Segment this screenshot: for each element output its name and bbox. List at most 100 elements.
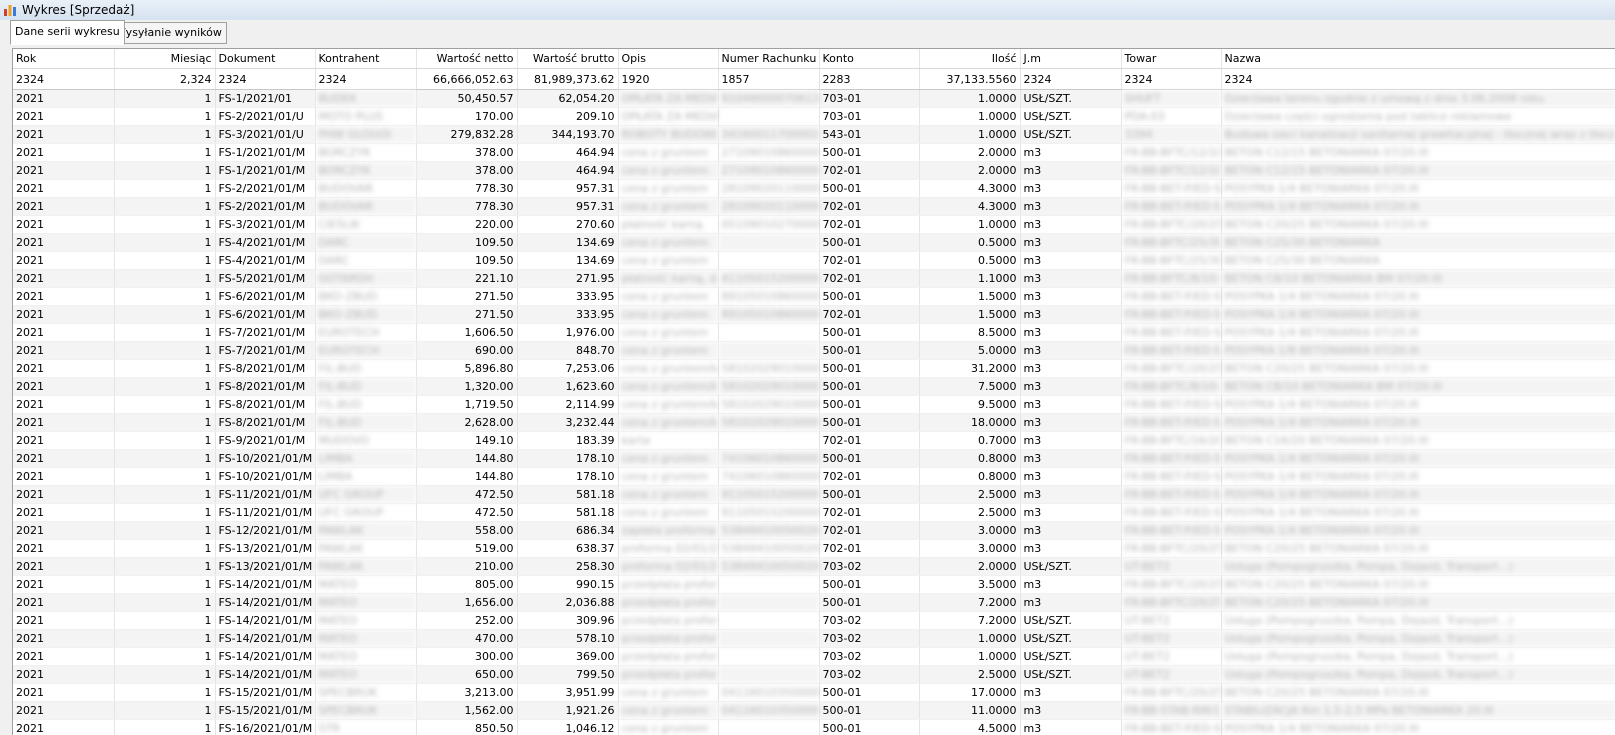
table-row[interactable]: 20211FS-14/2021/01/MMATEO1,656.002,036.8… — [13, 594, 1615, 612]
table-row[interactable]: 20211FS-1/2021/01/MBORCZYK378.00464.94ce… — [13, 162, 1615, 180]
table-cell: 221.10 — [416, 270, 517, 288]
tab-wysylanie-wynikow[interactable]: Wysyłanie wyników — [110, 22, 227, 44]
table-row[interactable]: 20211FS-7/2021/01/MEUROTECH690.00848.70c… — [13, 342, 1615, 360]
column-header-rok[interactable]: Rok — [13, 49, 114, 69]
table-row[interactable]: 20211FS-6/2021/01/MBKO-ZBUD271.50333.95c… — [13, 288, 1615, 306]
table-cell: 04116010350000000 — [718, 684, 819, 702]
table-row[interactable]: 20211FS-7/2021/01/MEUROTECH1,606.501,976… — [13, 324, 1615, 342]
column-header-j-m[interactable]: J.m — [1020, 49, 1121, 69]
table-cell: m3 — [1020, 540, 1121, 558]
table-row[interactable]: 20211FS-1/2021/01/MBORCZYK378.00464.94ce… — [13, 144, 1615, 162]
table-cell: 1 — [114, 666, 215, 684]
table-row[interactable]: 20211FS-4/2021/01/MDARC109.50134.69cena … — [13, 252, 1615, 270]
table-row[interactable]: 20211FS-9/2021/01/MMUDOVO149.10183.39kar… — [13, 432, 1615, 450]
table-cell: 990.15 — [517, 576, 618, 594]
table-row[interactable]: 20211FS-15/2021/01/MSPECBRUK3,213.003,95… — [13, 684, 1615, 702]
table-row[interactable]: 20211FS-15/2021/01/MSPECBRUK1,562.001,92… — [13, 702, 1615, 720]
table-row[interactable]: 20211FS-3/2021/01/UPHW GLOGOI279,832.283… — [13, 126, 1615, 144]
table-cell — [718, 234, 819, 252]
table-row[interactable]: 20211FS-2/2021/01/MBUDOVAR778.30957.31ce… — [13, 198, 1615, 216]
table-cell: m3 — [1020, 450, 1121, 468]
data-grid[interactable]: RokMiesiącDokumentKontrahentWartość nett… — [12, 48, 1615, 735]
column-header-opis[interactable]: Opis — [618, 49, 718, 69]
table-cell: 5,896.80 — [416, 360, 517, 378]
table-cell: USŁ/SZT. — [1020, 90, 1121, 108]
table-row[interactable]: 20211FS-4/2021/01/MDARC109.50134.69cena … — [13, 234, 1615, 252]
table-cell: 1 — [114, 522, 215, 540]
table-cell: m3 — [1020, 378, 1121, 396]
table-row[interactable]: 20211FS-2/2021/01/MBUDOVAR778.30957.31ce… — [13, 180, 1615, 198]
table-row[interactable]: 20211FS-5/2021/01/MGOTARDH221.10271.95pł… — [13, 270, 1615, 288]
table-row[interactable]: 20211FS-8/2021/01/MFIL-BUD2,628.003,232.… — [13, 414, 1615, 432]
data-table: RokMiesiącDokumentKontrahentWartość nett… — [13, 49, 1615, 735]
table-cell: UT-BET2 — [1121, 666, 1221, 684]
table-cell: 2021 — [13, 396, 114, 414]
table-row[interactable]: 20211FS-10/2021/01/MLIMBA144.80178.10cen… — [13, 468, 1615, 486]
table-cell: 703-02 — [819, 648, 919, 666]
column-header-wartosc-brutto[interactable]: Wartość brutto — [517, 49, 618, 69]
table-cell: FS-2/2021/01/U — [215, 108, 315, 126]
table-cell: BETON C16/20 BETONIARKA 07/20.III — [1221, 432, 1615, 450]
table-cell: 2021 — [13, 612, 114, 630]
table-cell: 1 — [114, 594, 215, 612]
table-cell: FS-8/2021/01/M — [215, 360, 315, 378]
column-header-numer-rachunku[interactable]: Numer Rachunku — [718, 49, 819, 69]
table-row[interactable]: 20211FS-1/2021/01BUDEK50,450.5762,054.20… — [13, 90, 1615, 108]
table-row[interactable]: 20211FS-14/2021/01/MMATEO300.00369.00prz… — [13, 648, 1615, 666]
column-header-nazwa[interactable]: Nazwa — [1221, 49, 1615, 69]
table-cell: 8.5000 — [919, 324, 1020, 342]
table-row[interactable]: 20211FS-14/2021/01/MMATEO470.00578.10prz… — [13, 630, 1615, 648]
table-cell: m3 — [1020, 252, 1121, 270]
table-cell: FS-3/2021/01/U — [215, 126, 315, 144]
table-cell: 3.0000 — [919, 540, 1020, 558]
column-header-ilosc[interactable]: Ilość — [919, 49, 1020, 69]
table-row[interactable]: 20211FS-8/2021/01/MFIL-BUD5,896.807,253.… — [13, 360, 1615, 378]
table-cell: 1,976.00 — [517, 324, 618, 342]
table-cell: cena z gruntem — [618, 468, 718, 486]
table-row[interactable]: 20211FS-16/2021/01/MSTR850.501,046.12cen… — [13, 720, 1615, 735]
table-cell: 369.00 — [517, 648, 618, 666]
column-header-towar[interactable]: Towar — [1121, 49, 1221, 69]
table-cell: m3 — [1020, 324, 1121, 342]
table-row[interactable]: 20211FS-8/2021/01/MFIL-BUD1,719.502,114.… — [13, 396, 1615, 414]
table-row[interactable]: 20211FS-2/2021/01/UMOTO PLUS170.00209.10… — [13, 108, 1615, 126]
column-header-kontrahent[interactable]: Kontrahent — [315, 49, 416, 69]
table-row[interactable]: 20211FS-6/2021/01/MBKO-ZBUD271.50333.95c… — [13, 306, 1615, 324]
table-cell: przedpłata proforma — [618, 576, 718, 594]
table-cell: 58102029010000000 — [718, 396, 819, 414]
table-row[interactable]: 20211FS-10/2021/01/MLIMBA144.80178.10cen… — [13, 450, 1615, 468]
table-cell: EUROTECH — [315, 342, 416, 360]
table-cell: 134.69 — [517, 234, 618, 252]
table-cell: m3 — [1020, 576, 1121, 594]
table-cell: 686.34 — [517, 522, 618, 540]
table-row[interactable]: 20211FS-8/2021/01/MFIL-BUD1,320.001,623.… — [13, 378, 1615, 396]
table-cell: POSYPKA 1/4 BETONIARKA 07/20.III — [1221, 180, 1615, 198]
table-cell: FR-BB-BET-P/ED-S — [1121, 414, 1221, 432]
column-header-konto[interactable]: Konto — [819, 49, 919, 69]
table-row[interactable]: 20211FS-11/2021/01/MUFC GROUP472.50581.1… — [13, 504, 1615, 522]
column-header-wartosc-netto[interactable]: Wartość netto — [416, 49, 517, 69]
table-row[interactable]: 20211FS-11/2021/01/MUFC GROUP472.50581.1… — [13, 486, 1615, 504]
table-cell: cena z gruntem — [618, 486, 718, 504]
table-cell: 702-01 — [819, 540, 919, 558]
table-row[interactable]: 20211FS-12/2021/01/MPAWLAK558.00686.34za… — [13, 522, 1615, 540]
table-cell: 1 — [114, 540, 215, 558]
table-row[interactable]: 20211FS-14/2021/01/MMATEO805.00990.15prz… — [13, 576, 1615, 594]
table-cell: Dzierżawa części ogrodzenia pod tablice … — [1221, 108, 1615, 126]
table-row[interactable]: 20211FS-13/2021/01/MPAWLAK210.00258.30pr… — [13, 558, 1615, 576]
table-cell: 500-01 — [819, 396, 919, 414]
table-cell: OPŁATA ZA MEDIA — [618, 108, 718, 126]
table-row[interactable]: 20211FS-14/2021/01/MMATEO252.00309.96prz… — [13, 612, 1615, 630]
table-cell: m3 — [1020, 342, 1121, 360]
table-row[interactable]: 20211FS-3/2021/01/MCIEŚLIK220.00270.60pł… — [13, 216, 1615, 234]
table-cell: FS-14/2021/01/M — [215, 666, 315, 684]
table-cell: 2021 — [13, 468, 114, 486]
table-cell: 500-01 — [819, 360, 919, 378]
table-cell: 1.0000 — [919, 90, 1020, 108]
column-header-miesiac[interactable]: Miesiąc — [114, 49, 215, 69]
table-row[interactable]: 20211FS-13/2021/01/MPAWLAK519.00638.37pr… — [13, 540, 1615, 558]
tab-dane-serii-wykresu[interactable]: Dane serii wykresu — [10, 20, 125, 45]
table-row[interactable]: 20211FS-14/2021/01/MMATEO650.00799.50prz… — [13, 666, 1615, 684]
column-header-dokument[interactable]: Dokument — [215, 49, 315, 69]
table-cell: 2021 — [13, 108, 114, 126]
